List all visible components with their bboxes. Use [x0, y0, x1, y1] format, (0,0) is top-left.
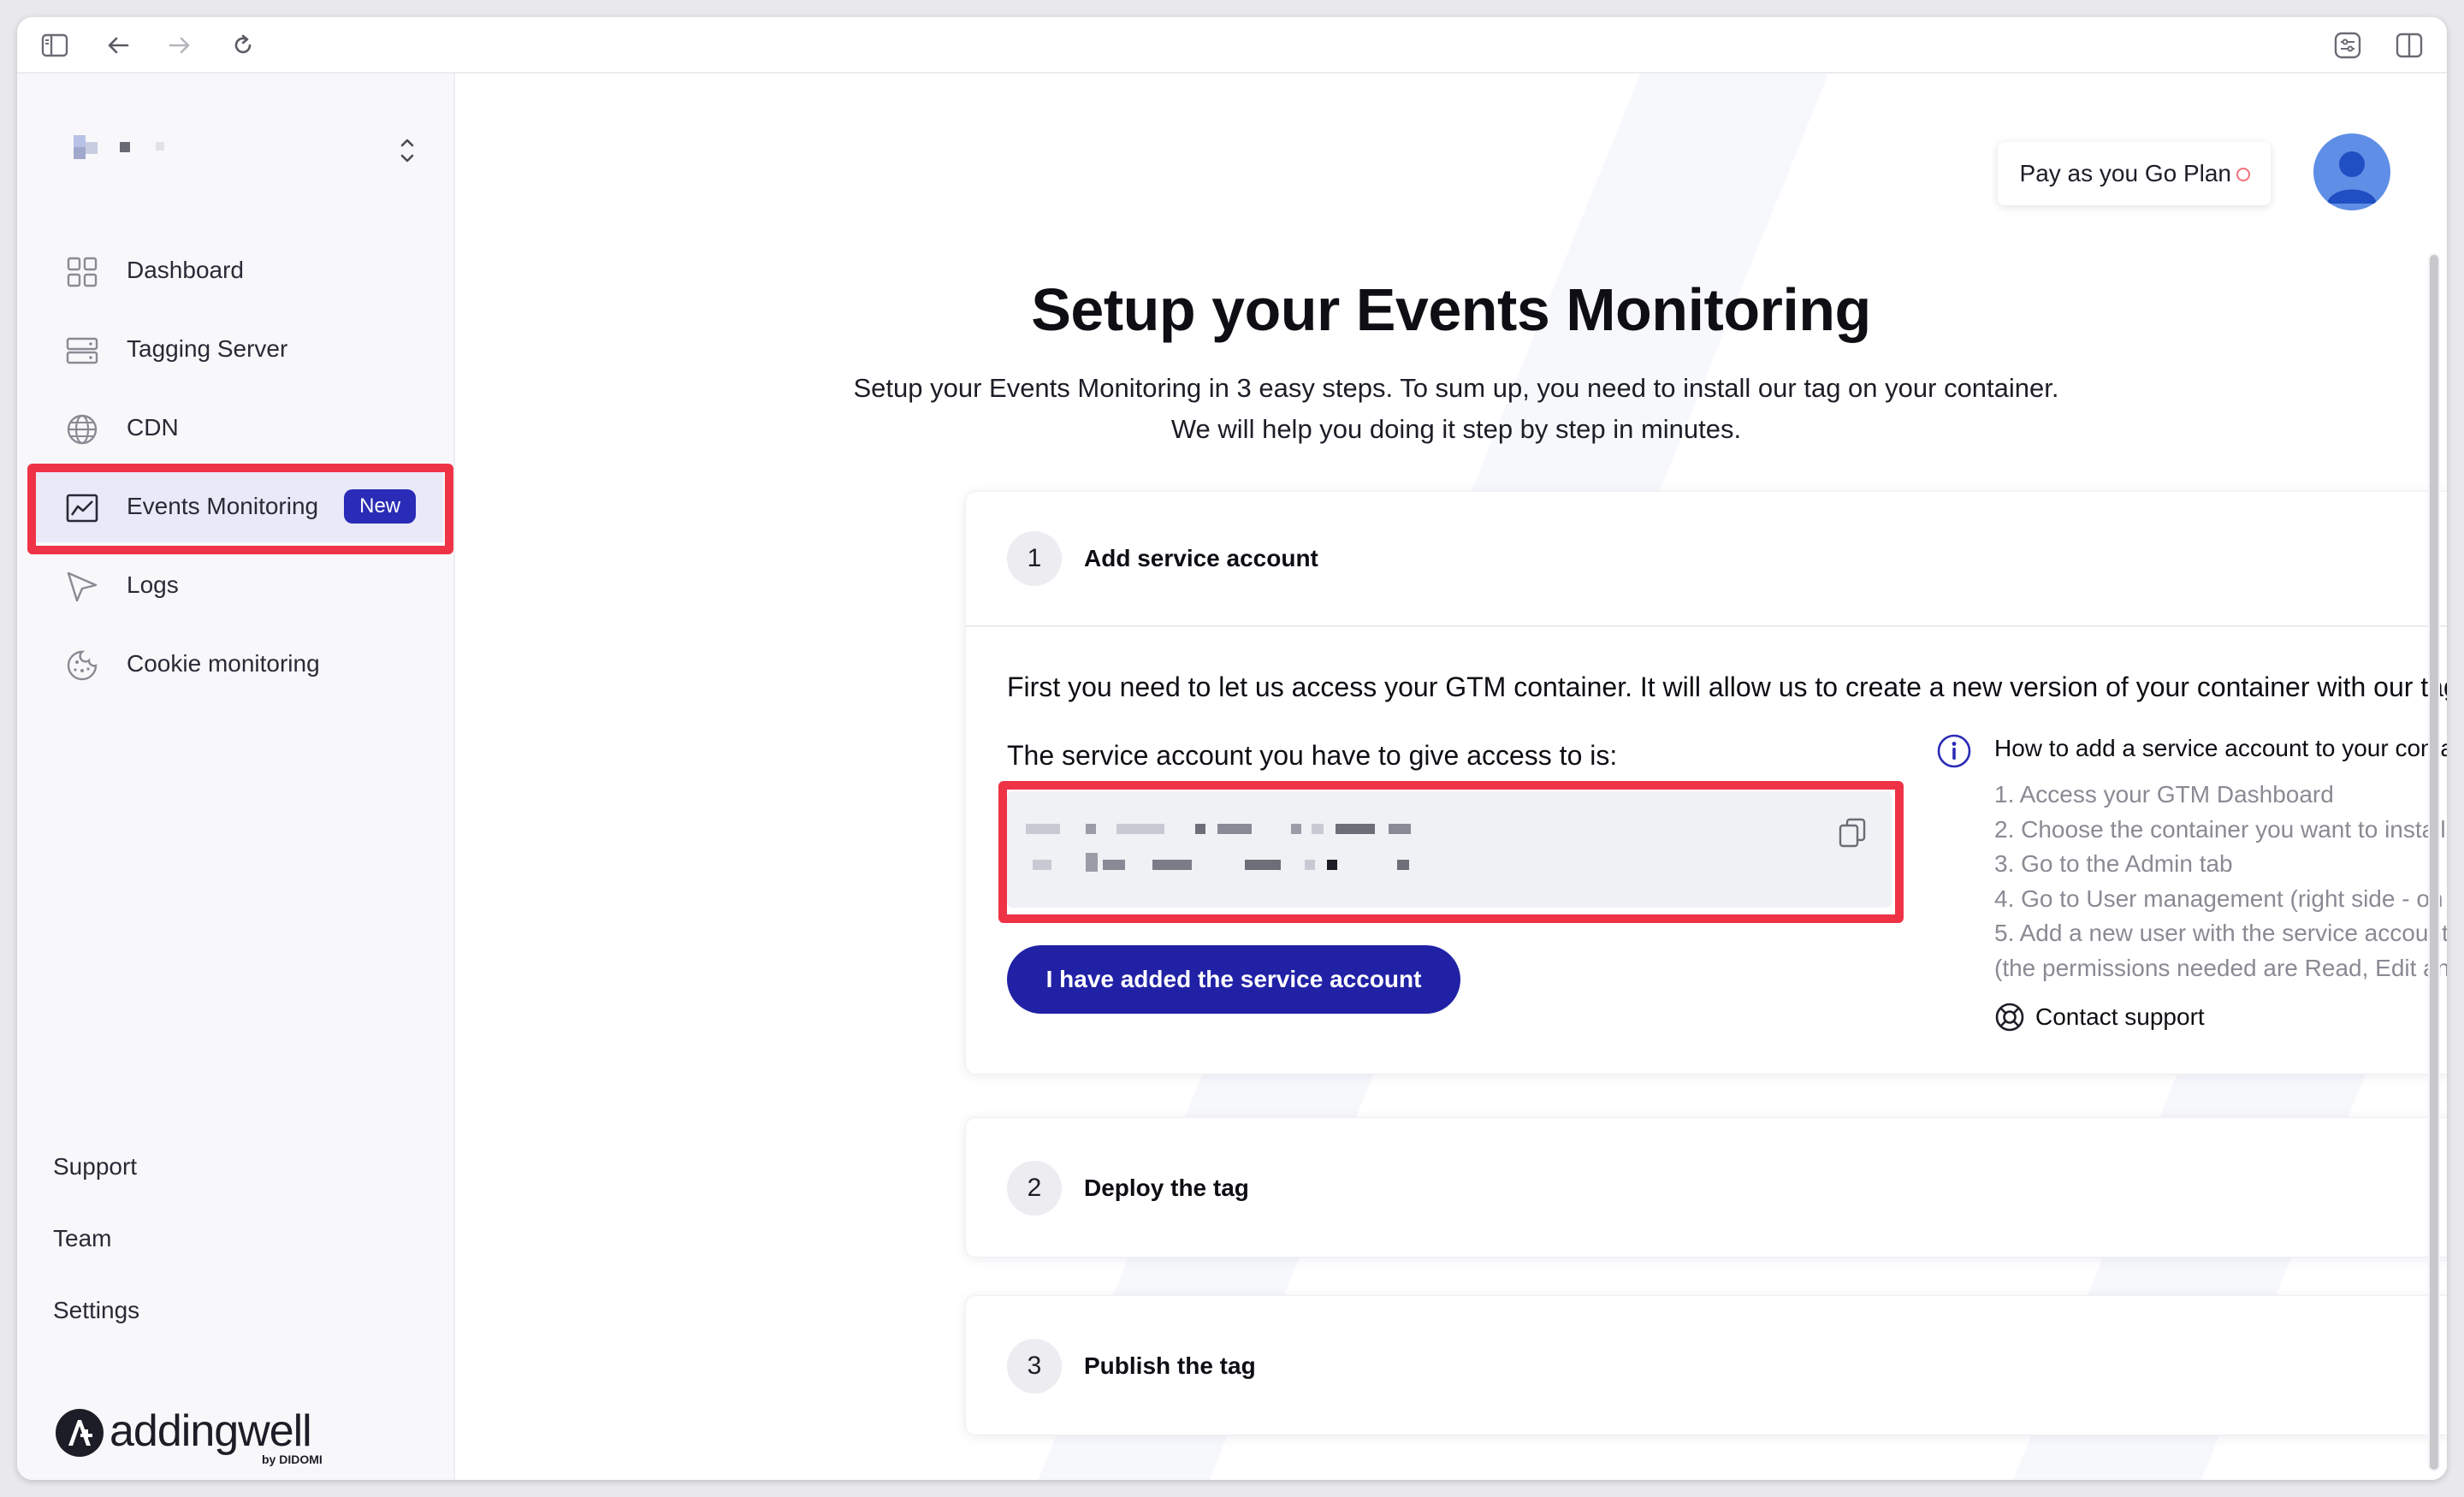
- help-step: 2. Choose the container you want to inst…: [1994, 815, 2447, 843]
- help-step: 4. Go to User management (right side - o…: [1994, 885, 2447, 912]
- globe-icon: [67, 414, 98, 445]
- step-header-2[interactable]: 2 Deploy the tag: [1007, 1161, 1249, 1216]
- help-title: How to add a service account to your con…: [1994, 735, 2447, 761]
- cookie-icon: [67, 650, 98, 681]
- sliders-icon[interactable]: [2332, 30, 2363, 61]
- step-number: 1: [1007, 531, 1062, 586]
- sidebar: Dashboard Tagging Server CDN Events Moni…: [17, 74, 455, 1480]
- user-icon: [2327, 151, 2377, 204]
- pointer-icon: [67, 571, 98, 602]
- sidebar-icon[interactable]: [39, 30, 70, 61]
- step-card-1: 1 Add service account First you need to …: [965, 491, 2447, 1074]
- nav-label: Tagging Server: [127, 335, 288, 362]
- addingwell-logo-icon: [56, 1409, 104, 1457]
- arrow-right-icon[interactable]: [164, 30, 195, 61]
- nav-item-tagging-server[interactable]: Tagging Server: [27, 313, 443, 385]
- split-view-icon[interactable]: [2394, 30, 2425, 61]
- scrollbar-thumb[interactable]: [2430, 255, 2438, 1470]
- step-header-3[interactable]: 3 Publish the tag: [1007, 1339, 1256, 1393]
- annotation-highlight-account: [998, 781, 1904, 923]
- contact-support-label: Contact support: [2035, 1003, 2205, 1030]
- nav-label: Dashboard: [127, 257, 244, 283]
- help-steps: 1. Access your GTM Dashboard 2. Choose t…: [1994, 778, 2447, 985]
- added-service-account-button[interactable]: I have added the service account: [1007, 945, 1460, 1014]
- brand-sub: by DIDOMI: [262, 1453, 323, 1466]
- page-subtitle: Setup your Events Monitoring in 3 easy s…: [853, 373, 2059, 444]
- reload-icon[interactable]: [228, 30, 258, 61]
- step-title: Publish the tag: [1084, 1352, 1256, 1379]
- divider: [966, 625, 2447, 627]
- plan-status-icon: [2236, 168, 2250, 181]
- step-number: 3: [1007, 1339, 1062, 1393]
- main-content: Pay as you Go Plan Setup your Events Mon…: [455, 74, 2447, 1480]
- annotation-highlight-nav: [27, 464, 453, 554]
- lifebuoy-icon: [1995, 1003, 2024, 1032]
- plan-label: Pay as you Go Plan: [2019, 160, 2231, 186]
- support-link[interactable]: Support: [53, 1153, 137, 1180]
- chevron-updown-icon: [400, 139, 414, 163]
- page-title: Setup your Events Monitoring: [1031, 276, 1871, 343]
- step-card-3[interactable]: 3 Publish the tag: [965, 1295, 2447, 1435]
- help-step: 1. Access your GTM Dashboard: [1994, 781, 2334, 808]
- nav-item-logs[interactable]: Logs: [27, 549, 443, 621]
- nav-label: Cookie monitoring: [127, 650, 320, 677]
- brand-name: addingwell: [110, 1406, 312, 1456]
- step-number: 2: [1007, 1161, 1062, 1216]
- step-header-1[interactable]: 1 Add service account: [1007, 531, 1318, 586]
- brand-logo[interactable]: addingwell by DIDOMI: [55, 1406, 323, 1466]
- avatar[interactable]: [2313, 133, 2390, 210]
- nav-item-cdn[interactable]: CDN: [27, 392, 443, 464]
- info-icon: [1937, 734, 1971, 768]
- arrow-left-icon[interactable]: [103, 30, 133, 61]
- step-title: Deploy the tag: [1084, 1175, 1249, 1201]
- step-card-2[interactable]: 2 Deploy the tag: [965, 1117, 2447, 1257]
- workspace-switcher[interactable]: [55, 123, 431, 175]
- nav-label: Logs: [127, 571, 179, 598]
- nav-label: CDN: [127, 414, 179, 441]
- step-title: Add service account: [1084, 545, 1318, 571]
- service-account-label: The service account you have to give acc…: [1007, 740, 1618, 771]
- help-step: 5. Add a new user with the service accou…: [1994, 920, 2447, 946]
- grid-icon: [67, 257, 98, 287]
- help-step: (the permissions needed are Read, Edit a…: [1994, 954, 2447, 981]
- nav-item-dashboard[interactable]: Dashboard: [27, 234, 443, 306]
- contact-support-link[interactable]: Contact support: [1994, 1002, 2205, 1033]
- browser-window: Dashboard Tagging Server CDN Events Moni…: [17, 17, 2447, 1480]
- settings-link[interactable]: Settings: [53, 1297, 139, 1324]
- scrollbar[interactable]: [2428, 253, 2440, 1471]
- nav-item-cookie-monitoring[interactable]: Cookie monitoring: [27, 628, 443, 700]
- plan-button[interactable]: Pay as you Go Plan: [1997, 142, 2271, 205]
- help-step: 3. Go to the Admin tab: [1994, 850, 2233, 877]
- browser-toolbar: [17, 17, 2447, 74]
- team-link[interactable]: Team: [53, 1225, 111, 1252]
- server-icon: [66, 337, 98, 364]
- step-intro: First you need to let us access your GTM…: [1007, 672, 2447, 702]
